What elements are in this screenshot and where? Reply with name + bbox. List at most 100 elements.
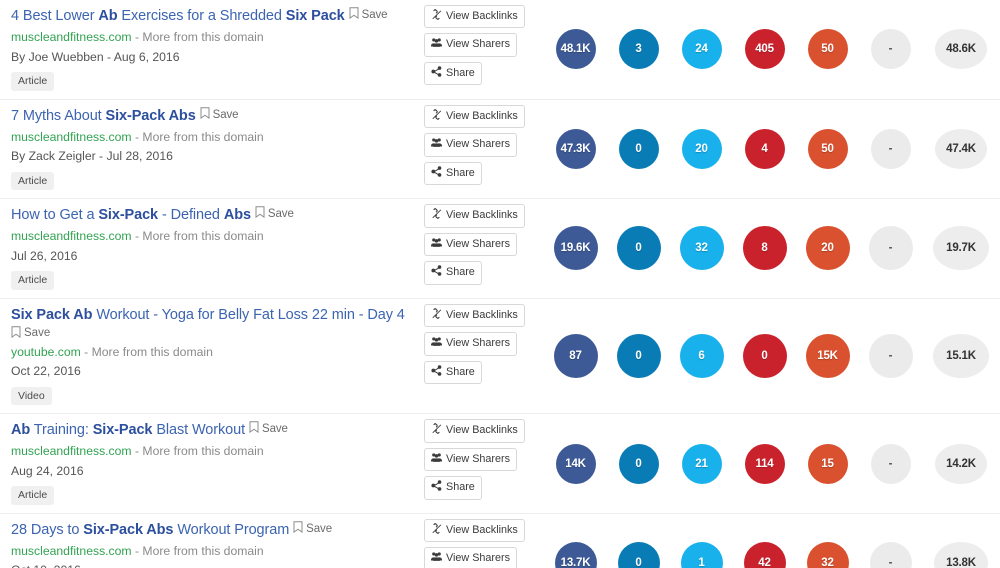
view-backlinks-button[interactable]: View Backlinks: [424, 204, 525, 228]
metric-cell-stumbleupon: 15K: [796, 333, 859, 378]
metric-bubble-google-plus: -: [870, 443, 911, 484]
metric-cell-stumbleupon: 50: [796, 128, 859, 169]
result-metrics: 48.1K 3 24 405 50-48.6K: [532, 0, 1000, 99]
result-title-link[interactable]: 4 Best Lower Ab Exercises for a Shredded…: [11, 8, 345, 24]
result-domain-link[interactable]: muscleandfitness.com: [11, 229, 132, 243]
result-title-line: 28 Days to Six-Pack Abs Workout Program S…: [11, 521, 414, 540]
save-button-4[interactable]: Save: [249, 421, 288, 438]
view-backlinks-button[interactable]: View Backlinks: [424, 419, 525, 443]
users-icon: [431, 452, 442, 467]
view-sharers-label: View Sharers: [446, 138, 511, 151]
more-from-domain-link[interactable]: - More from this domain: [84, 345, 213, 359]
result-actions: View Backlinks View Sharers Share: [424, 199, 532, 285]
view-backlinks-button[interactable]: View Backlinks: [424, 5, 525, 29]
metric-bubble-twitter: 21: [681, 443, 722, 484]
metric-cell-twitter: 6: [670, 333, 733, 378]
view-backlinks-button[interactable]: View Backlinks: [424, 104, 525, 129]
metric-bubble-facebook: 19.6K: [553, 226, 598, 271]
result-domain-link[interactable]: youtube.com: [11, 345, 81, 359]
metric-cell-twitter: 24: [670, 29, 733, 70]
metric-bubble-pinterest: 114: [744, 443, 785, 484]
result-byline: Oct 22, 2016: [11, 364, 81, 379]
metric-bubble-google-plus: -: [868, 333, 913, 378]
metric-cell-twitter: 32: [670, 226, 733, 271]
more-from-domain-link[interactable]: - More from this domain: [135, 229, 264, 243]
view-sharers-button[interactable]: View Sharers: [424, 133, 518, 157]
metric-cell-pinterest: 42: [733, 542, 796, 568]
view-sharers-button[interactable]: View Sharers: [424, 232, 518, 257]
metric-bubble-linkedin: 0: [618, 128, 659, 169]
metric-bubble-twitter: 1: [680, 542, 723, 568]
view-sharers-button[interactable]: View Sharers: [424, 332, 518, 356]
view-sharers-button[interactable]: View Sharers: [424, 447, 518, 472]
result-domain-link[interactable]: muscleandfitness.com: [11, 444, 132, 458]
result-title-link[interactable]: Ab Training: Six-Pack Blast Workout: [11, 422, 245, 438]
bookmark-icon: [200, 106, 210, 124]
metric-bubble-total: 47.4K: [935, 128, 987, 169]
result-title-link[interactable]: How to Get a Six-Pack - Defined Abs: [11, 207, 251, 223]
more-from-domain-link[interactable]: - More from this domain: [135, 30, 264, 44]
result-actions: View BacklinksView SharersShare: [424, 514, 532, 568]
result-domain-link[interactable]: muscleandfitness.com: [11, 30, 132, 44]
result-domain-line: muscleandfitness.com - More from this do…: [11, 228, 414, 244]
share-button[interactable]: Share: [424, 261, 482, 285]
view-backlinks-label: View Backlinks: [446, 209, 518, 222]
share-icon: [431, 165, 442, 181]
share-button[interactable]: Share: [424, 476, 482, 500]
result-title-link[interactable]: Six Pack Ab Workout - Yoga for Belly Fat…: [11, 307, 405, 323]
metric-bubble-twitter: 20: [681, 128, 722, 169]
result-domain-link[interactable]: muscleandfitness.com: [11, 130, 132, 144]
bookmark-icon: [255, 206, 265, 223]
share-label: Share: [446, 66, 475, 79]
save-label: Save: [306, 522, 332, 535]
link-icon: [431, 423, 442, 438]
more-from-domain-link[interactable]: - More from this domain: [135, 130, 264, 144]
metric-cell-pinterest: 405: [733, 29, 796, 70]
view-backlinks-button[interactable]: View Backlinks: [424, 518, 525, 543]
result-title-link[interactable]: 28 Days to Six-Pack Abs Workout Program: [11, 522, 289, 538]
share-button[interactable]: Share: [424, 61, 482, 86]
metric-cell-stumbleupon: 50: [796, 29, 859, 70]
metric-bubble-linkedin: 0: [616, 226, 661, 271]
metric-cell-linkedin: 3: [607, 29, 670, 70]
metric-bubble-total: 13.8K: [934, 542, 988, 568]
view-sharers-button[interactable]: View Sharers: [424, 33, 518, 57]
metric-bubble-pinterest: 0: [742, 333, 787, 378]
result-domain-link[interactable]: muscleandfitness.com: [11, 544, 132, 558]
metric-cell-total: 14.2K: [922, 443, 1000, 484]
result-row: How to Get a Six-Pack - Defined Abs Save m…: [0, 199, 1000, 299]
share-button[interactable]: Share: [424, 161, 482, 186]
share-button[interactable]: Share: [424, 360, 482, 385]
metric-cell-pinterest: 114: [733, 443, 796, 484]
save-button-1[interactable]: Save: [200, 106, 239, 124]
metric-cell-facebook: 48.1K: [544, 29, 607, 70]
view-sharers-label: View Sharers: [446, 38, 511, 51]
save-button-0[interactable]: Save: [349, 7, 388, 24]
more-from-domain-link[interactable]: - More from this domain: [135, 544, 264, 558]
share-icon: [431, 364, 442, 380]
link-icon: [431, 108, 442, 124]
save-button-2[interactable]: Save: [255, 206, 294, 223]
save-button-5[interactable]: Save: [293, 521, 332, 538]
more-from-domain-link[interactable]: - More from this domain: [135, 444, 264, 458]
result-info: 7 Myths About Six-Pack Abs Save muscleandf…: [0, 100, 424, 199]
save-button-3[interactable]: Save: [11, 326, 414, 341]
view-sharers-button[interactable]: View Sharers: [424, 547, 518, 568]
search-results-list: 4 Best Lower Ab Exercises for a Shredded…: [0, 0, 1000, 568]
view-backlinks-button[interactable]: View Backlinks: [424, 303, 525, 328]
metric-bubble-twitter: 6: [679, 333, 724, 378]
users-icon: [431, 237, 442, 252]
metric-bubble-facebook: 48.1K: [555, 29, 596, 70]
result-row: 7 Myths About Six-Pack Abs Save muscleandf…: [0, 100, 1000, 200]
result-byline: By Zack Zeigler - Jul 28, 2016: [11, 149, 173, 164]
result-actions: View Backlinks View Sharers Share: [424, 0, 532, 86]
metric-cell-total: 19.7K: [922, 226, 1000, 271]
metric-cell-facebook: 19.6K: [544, 226, 607, 271]
result-row: Ab Training: Six-Pack Blast Workout Save m…: [0, 414, 1000, 514]
metric-cell-google-plus: -: [859, 333, 922, 378]
result-info: How to Get a Six-Pack - Defined Abs Save m…: [0, 199, 424, 298]
result-domain-line: muscleandfitness.com - More from this do…: [11, 443, 414, 459]
share-icon: [431, 265, 442, 280]
result-title-link[interactable]: 7 Myths About Six-Pack Abs: [11, 108, 196, 124]
metric-bubble-pinterest: 4: [744, 128, 785, 169]
